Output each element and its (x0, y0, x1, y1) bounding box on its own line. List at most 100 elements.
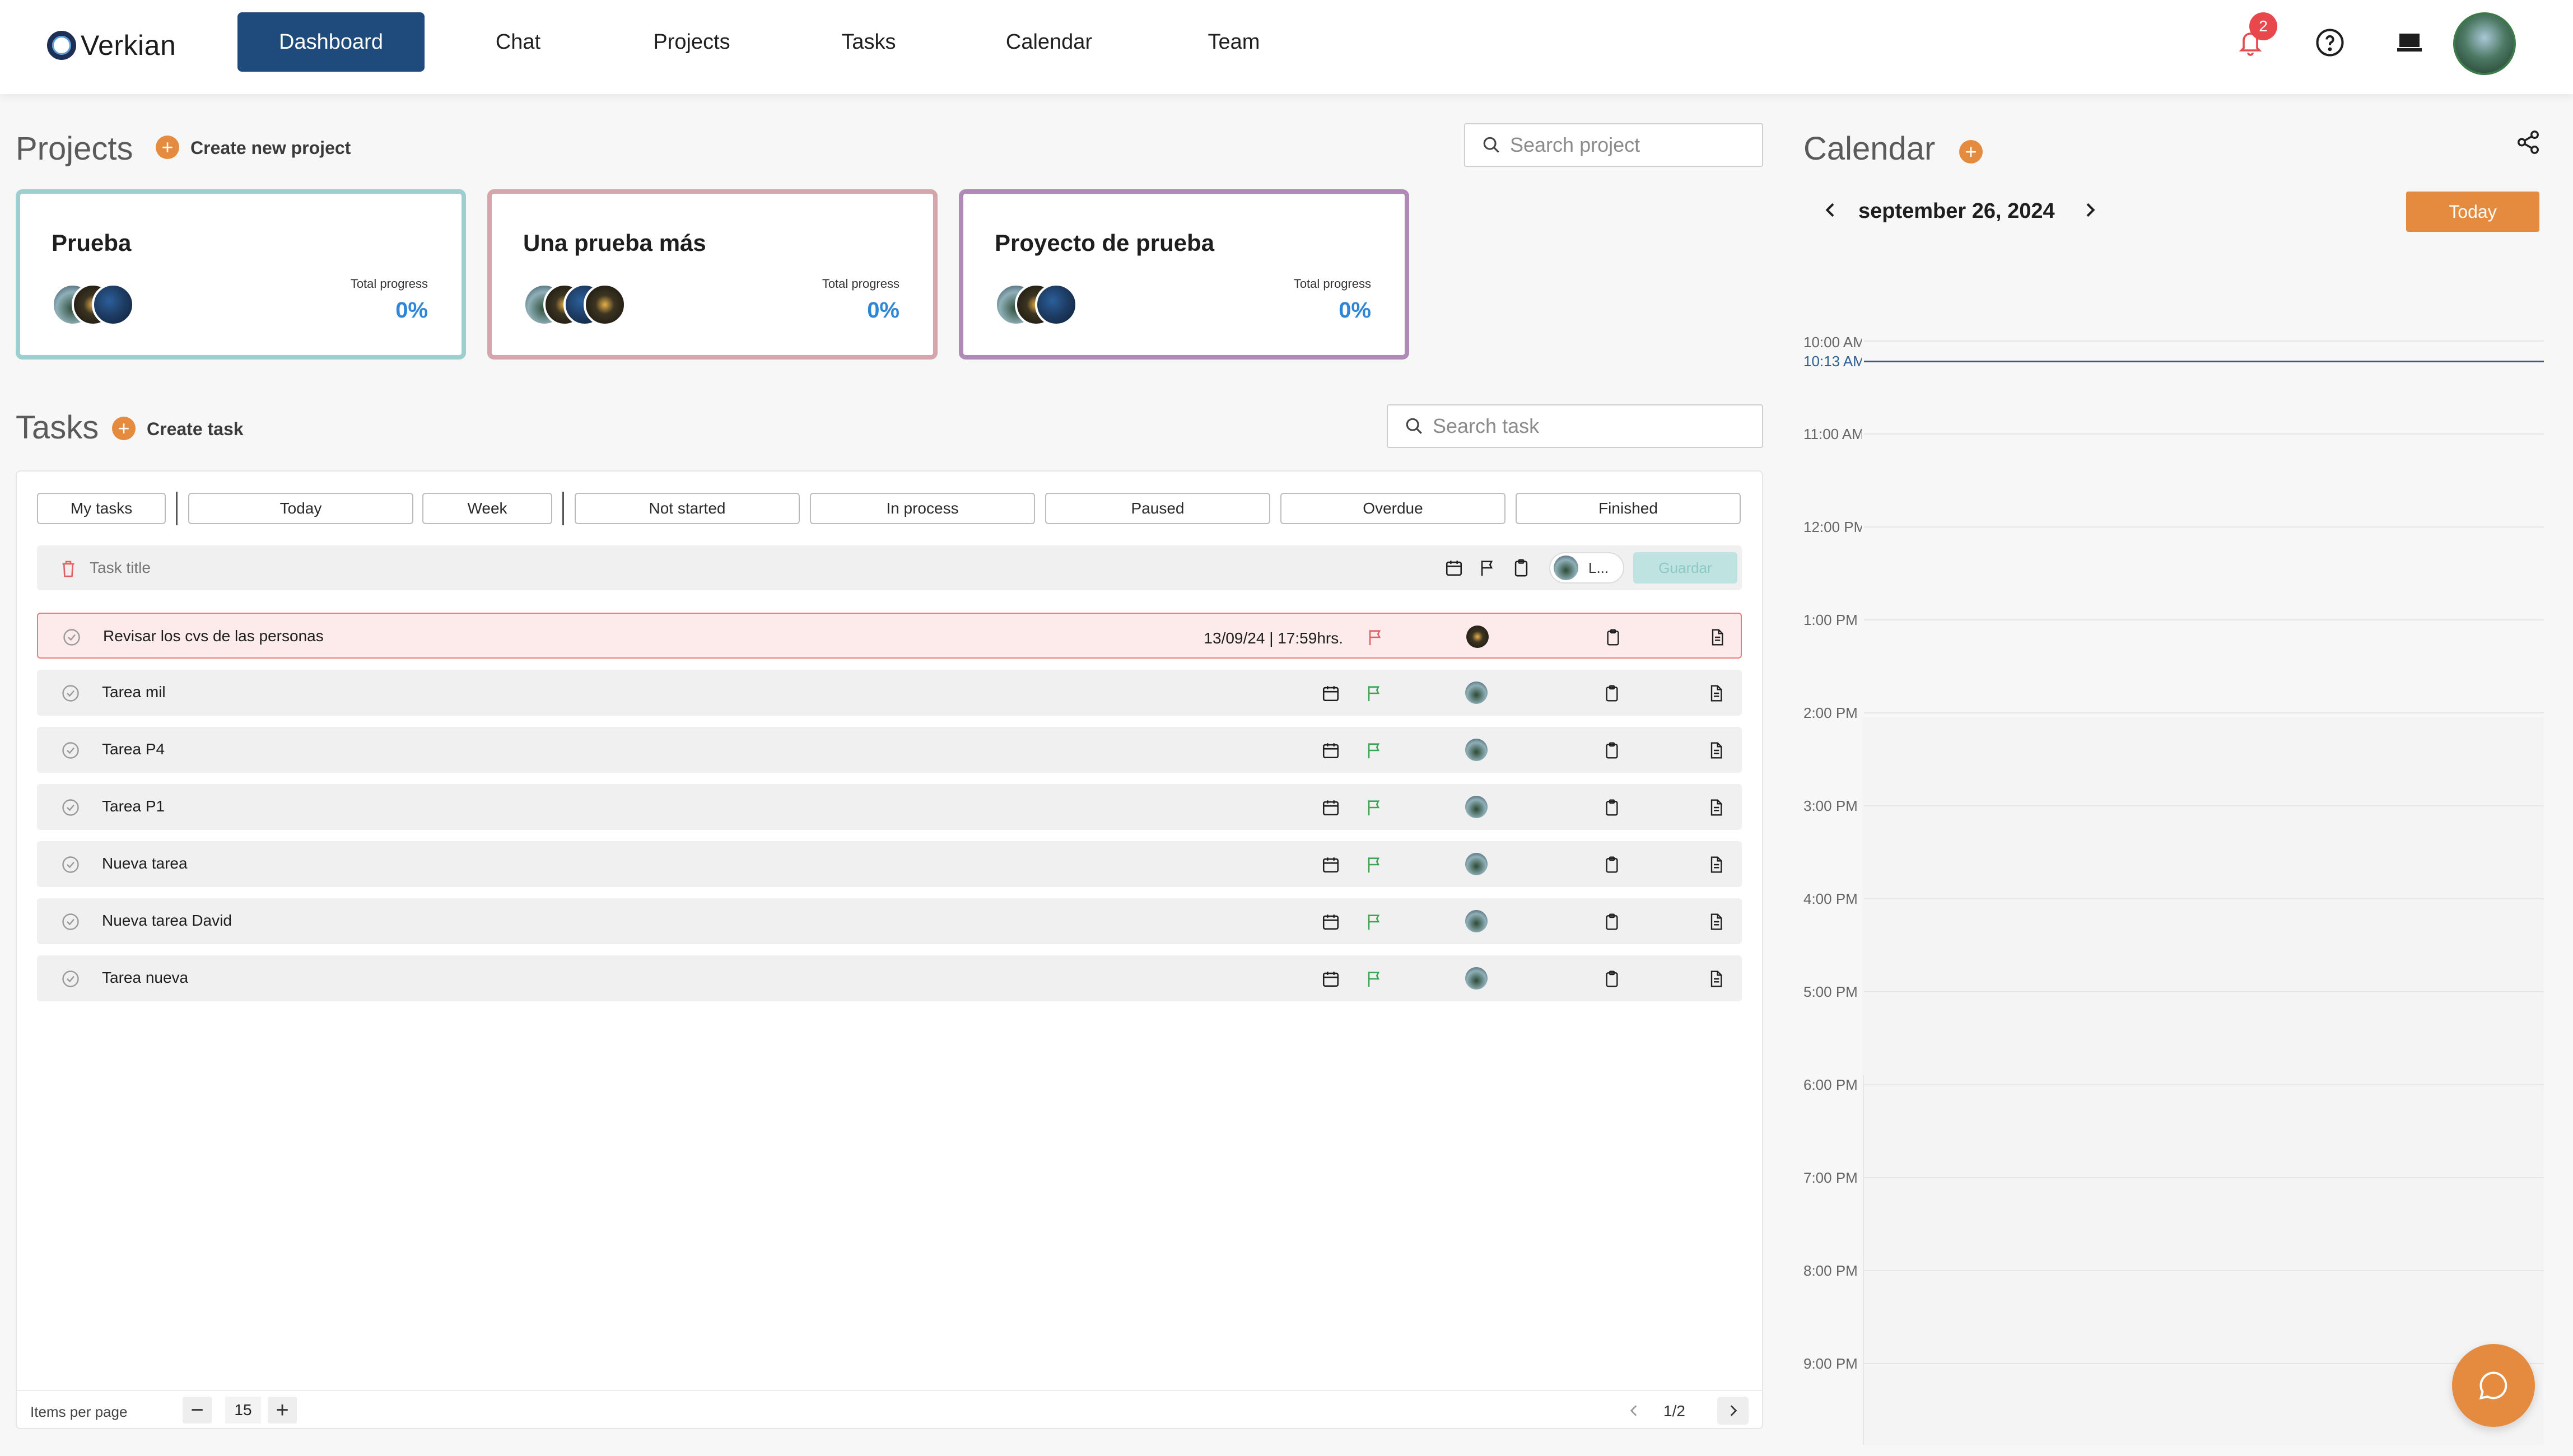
flag-icon[interactable] (1363, 796, 1386, 819)
document-icon[interactable] (1705, 739, 1727, 762)
filter-paused[interactable]: Paused (1045, 493, 1270, 524)
monitor-icon[interactable] (2389, 22, 2430, 63)
filter-today[interactable]: Today (188, 493, 413, 524)
task-title[interactable]: Revisar los cvs de las personas (103, 627, 324, 645)
next-day-button[interactable] (2076, 196, 2104, 224)
clipboard-icon[interactable] (1510, 557, 1532, 579)
document-icon[interactable] (1705, 682, 1727, 704)
task-title[interactable]: Tarea mil (102, 683, 166, 701)
clipboard-icon[interactable] (1601, 968, 1623, 990)
nav-team[interactable]: Team (1181, 12, 1287, 72)
document-icon[interactable] (1705, 968, 1727, 990)
assignee-avatar[interactable] (1465, 910, 1488, 932)
brand-logo[interactable]: Verkian (47, 26, 176, 65)
search-task-input[interactable]: Search task (1387, 404, 1763, 448)
task-title[interactable]: Tarea P1 (102, 797, 165, 815)
document-icon[interactable] (1705, 911, 1727, 933)
task-row[interactable]: Tarea mil (37, 670, 1742, 716)
filter-week[interactable]: Week (422, 493, 552, 524)
create-task-button[interactable]: Create task (147, 419, 244, 440)
assignee-avatar[interactable] (1466, 626, 1489, 648)
nav-calendar[interactable]: Calendar (990, 12, 1108, 72)
flag-icon[interactable] (1363, 853, 1386, 876)
check-circle-icon[interactable] (62, 627, 82, 650)
nav-projects[interactable]: Projects (638, 12, 745, 72)
filter-my-tasks[interactable]: My tasks (37, 493, 166, 524)
decrease-items-button[interactable]: − (183, 1397, 212, 1424)
document-icon[interactable] (1705, 853, 1727, 876)
clipboard-icon[interactable] (1601, 853, 1623, 876)
flag-icon[interactable] (1363, 739, 1386, 762)
flag-icon[interactable] (1363, 682, 1386, 704)
flag-icon[interactable] (1476, 557, 1499, 579)
filter-finished[interactable]: Finished (1516, 493, 1741, 524)
search-project-input[interactable]: Search project (1464, 123, 1763, 167)
check-circle-icon[interactable] (60, 855, 81, 878)
trash-icon[interactable] (57, 558, 80, 580)
task-title[interactable]: Nueva tarea David (102, 912, 232, 930)
add-event-plus-icon[interactable]: + (1959, 140, 1983, 164)
prev-day-button[interactable] (1817, 196, 1845, 224)
task-title-input[interactable] (90, 557, 426, 579)
calendar-icon[interactable] (1320, 853, 1342, 876)
create-project-plus-icon[interactable]: + (156, 136, 179, 159)
clipboard-icon[interactable] (1602, 626, 1624, 648)
check-circle-icon[interactable] (60, 683, 81, 706)
task-title[interactable]: Nueva tarea (102, 855, 188, 872)
clipboard-icon[interactable] (1601, 682, 1623, 704)
task-row[interactable]: Revisar los cvs de las personas 13/09/24 … (37, 613, 1742, 659)
check-circle-icon[interactable] (60, 740, 81, 763)
nav-dashboard[interactable]: Dashboard (237, 12, 425, 72)
nav-tasks[interactable]: Tasks (815, 12, 922, 72)
check-circle-icon[interactable] (60, 969, 81, 992)
document-icon[interactable] (1705, 796, 1727, 819)
task-title[interactable]: Tarea P4 (102, 740, 165, 758)
check-circle-icon[interactable] (60, 797, 81, 820)
calendar-icon[interactable] (1320, 682, 1342, 704)
assignee-avatar[interactable] (1465, 967, 1488, 990)
assignee-avatar[interactable] (1465, 796, 1488, 818)
flag-icon[interactable] (1363, 911, 1386, 933)
help-icon[interactable] (2310, 22, 2350, 63)
calendar-icon[interactable] (1320, 911, 1342, 933)
filter-overdue[interactable]: Overdue (1280, 493, 1505, 524)
task-row[interactable]: Nueva tarea David (37, 898, 1742, 944)
check-circle-icon[interactable] (60, 912, 81, 935)
user-avatar[interactable] (2453, 12, 2516, 75)
increase-items-button[interactable]: + (268, 1397, 297, 1424)
next-page-button[interactable] (1717, 1397, 1749, 1425)
calendar-icon[interactable] (1320, 739, 1342, 762)
calendar-day-grid[interactable]: 10:00 AM 11:00 AM 12:00 PM 1:00 PM 2:00 PM 3:… (1803, 334, 2544, 1444)
today-button[interactable]: Today (2406, 192, 2539, 232)
create-task-plus-icon[interactable]: + (112, 417, 136, 440)
assignee-selector[interactable]: L... (1549, 552, 1624, 584)
clipboard-icon[interactable] (1601, 911, 1623, 933)
create-project-button[interactable]: Create new project (190, 138, 351, 158)
clipboard-icon[interactable] (1601, 739, 1623, 762)
task-row[interactable]: Tarea P1 (37, 784, 1742, 830)
save-task-button[interactable]: Guardar (1633, 552, 1737, 584)
filter-in-process[interactable]: In process (810, 493, 1035, 524)
task-row[interactable]: Tarea nueva (37, 955, 1742, 1001)
calendar-icon[interactable] (1320, 796, 1342, 819)
prev-page-button[interactable] (1619, 1397, 1650, 1425)
project-card[interactable]: Una prueba más Total progress 0% (487, 189, 938, 360)
calendar-icon[interactable] (1443, 557, 1465, 579)
chat-fab-button[interactable] (2452, 1344, 2535, 1427)
task-row[interactable]: Nueva tarea (37, 841, 1742, 887)
clipboard-icon[interactable] (1601, 796, 1623, 819)
flag-icon[interactable] (1363, 968, 1386, 990)
flag-icon[interactable] (1364, 626, 1387, 648)
share-icon[interactable] (2513, 127, 2544, 158)
task-title[interactable]: Tarea nueva (102, 969, 188, 987)
assignee-avatar[interactable] (1465, 853, 1488, 875)
filter-not-started[interactable]: Not started (575, 493, 800, 524)
project-card[interactable]: Proyecto de prueba Total progress 0% (959, 189, 1409, 360)
assignee-avatar[interactable] (1465, 739, 1488, 761)
calendar-icon[interactable] (1320, 968, 1342, 990)
assignee-avatar[interactable] (1465, 682, 1488, 704)
project-card[interactable]: Prueba Total progress 0% (16, 189, 466, 360)
document-icon[interactable] (1706, 626, 1728, 648)
nav-chat[interactable]: Chat (465, 12, 571, 72)
task-row[interactable]: Tarea P4 (37, 727, 1742, 773)
